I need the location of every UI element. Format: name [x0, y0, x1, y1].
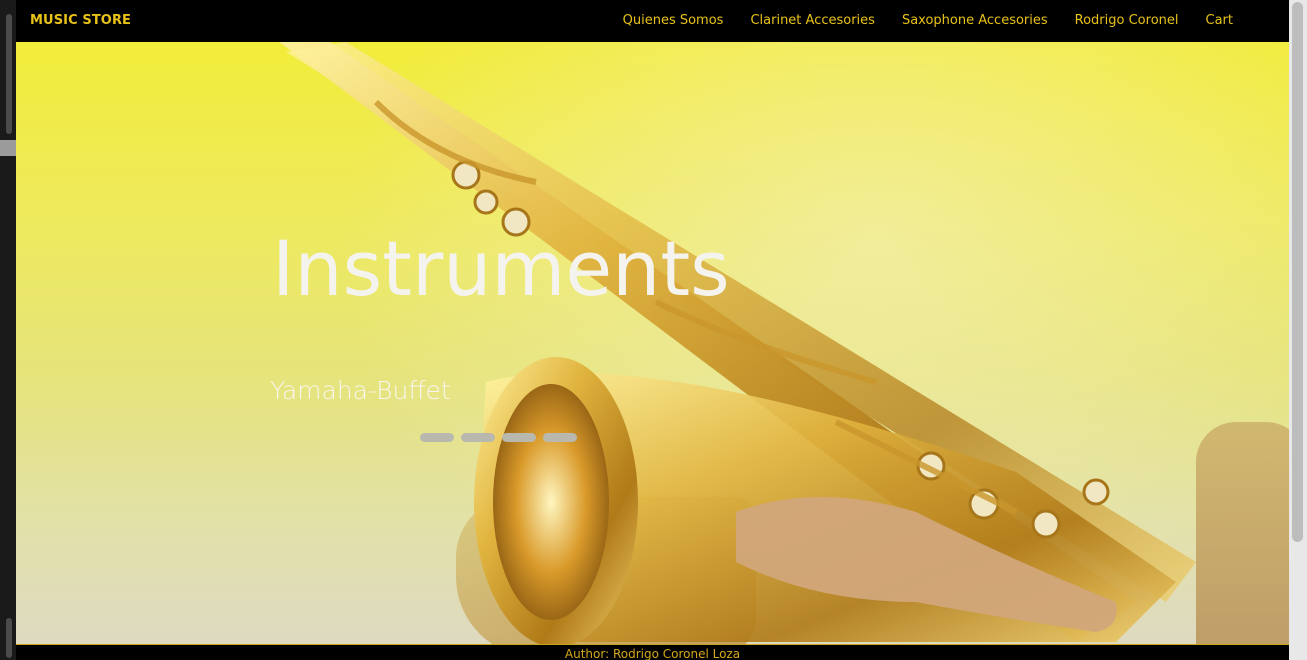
- left-scroll-thumb[interactable]: [6, 14, 12, 134]
- carousel-indicator-4[interactable]: [543, 433, 577, 442]
- nav-link-quienes-somos[interactable]: Quienes Somos: [623, 13, 724, 28]
- carousel-indicator-1[interactable]: [420, 433, 454, 442]
- nav-link-clarinet-accesories[interactable]: Clarinet Accesories: [750, 13, 875, 28]
- footer-author: Author: Rodrigo Coronel Loza: [564, 647, 741, 660]
- saxophone-image: [279, 42, 1196, 644]
- left-scroll-marker: [0, 140, 16, 156]
- left-scroll-thumb-lower[interactable]: [6, 618, 12, 658]
- nav-link-saxophone-accesories[interactable]: Saxophone Accesories: [902, 13, 1048, 28]
- carousel-indicator-2[interactable]: [461, 433, 495, 442]
- footer: Author: Rodrigo Coronel Loza: [16, 644, 1289, 660]
- navbar: MUSIC STORE Quienes Somos Clarinet Acces…: [16, 0, 1289, 42]
- carousel-indicator-3[interactable]: [502, 433, 536, 442]
- hero-subtitle: Yamaha-Buffet: [270, 376, 451, 405]
- hero-title: Instruments: [272, 224, 730, 313]
- carousel-indicators: [420, 433, 577, 442]
- nav-link-rodrigo-coronel[interactable]: Rodrigo Coronel: [1075, 13, 1179, 28]
- nav-link-cart[interactable]: Cart: [1206, 13, 1234, 28]
- hero-carousel: Instruments Yamaha-Buffet: [16, 42, 1289, 644]
- nav-links: Quienes Somos Clarinet Accesories Saxoph…: [623, 13, 1233, 28]
- brand-logo[interactable]: MUSIC STORE: [30, 13, 131, 28]
- right-scroll-thumb[interactable]: [1292, 2, 1303, 542]
